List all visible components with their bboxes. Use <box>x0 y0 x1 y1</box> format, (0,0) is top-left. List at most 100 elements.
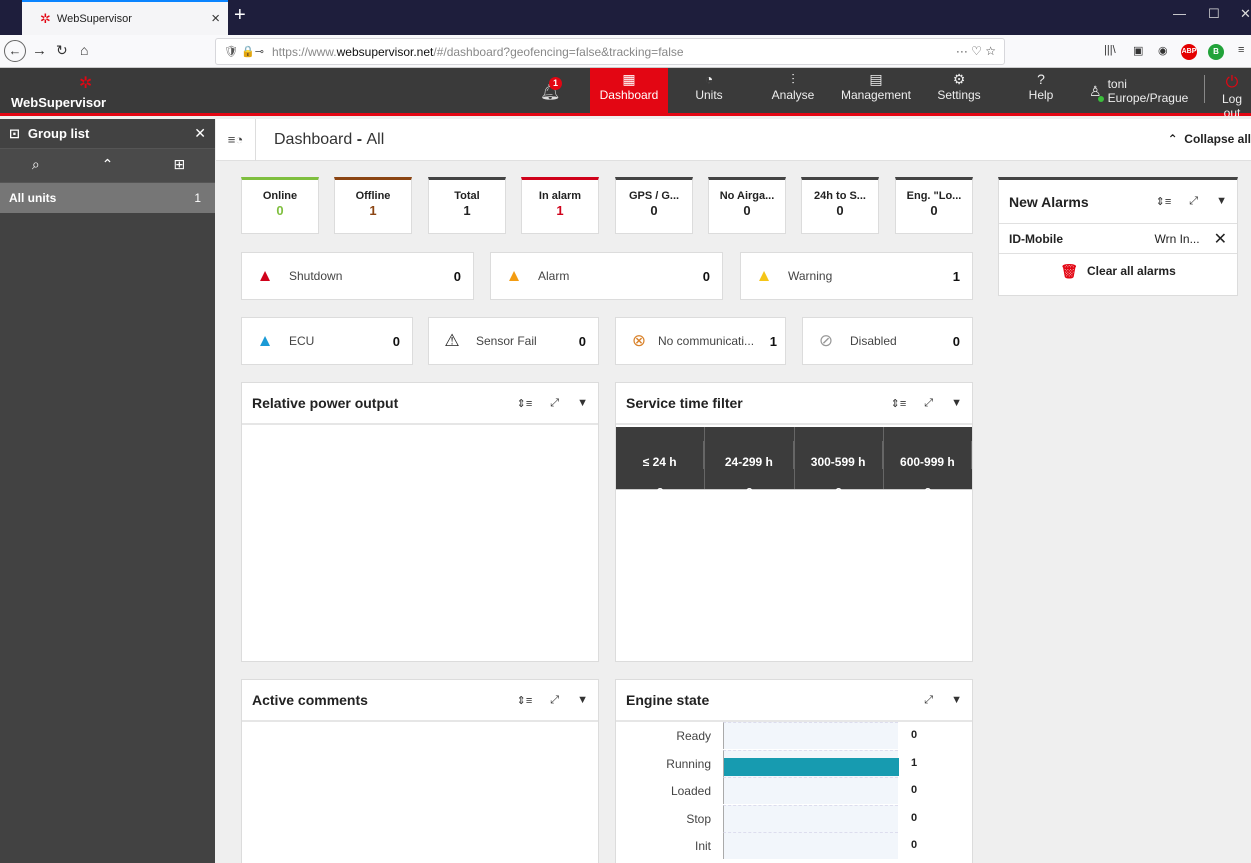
service-filter-0-24h[interactable]: ≤ 24 h0 <box>616 427 706 500</box>
stat-eng-lo[interactable]: Eng. "Lo... 0 <box>895 177 973 234</box>
url-prefix: https://www. <box>271 44 337 59</box>
dashboard-toggle-icon[interactable]: ≡◔ <box>216 118 256 161</box>
chevron-down-icon[interactable]: ▼ <box>1216 195 1227 208</box>
panel-title: Active comments <box>252 692 368 708</box>
expand-icon[interactable]: ⤢ <box>550 694 559 707</box>
group-list-icon: ⊡ <box>9 125 20 141</box>
adblock-icon[interactable]: ABP <box>1181 44 1197 60</box>
chevron-down-icon[interactable]: ▼ <box>577 397 588 410</box>
close-window-icon[interactable]: ✕ <box>1240 6 1251 22</box>
menu-units[interactable]: ◔ Units <box>676 68 742 113</box>
header-divider <box>1204 75 1205 103</box>
dismiss-alarm-icon[interactable]: ✕ <box>1214 229 1227 249</box>
sort-icon[interactable]: ⇕≡ <box>517 397 533 410</box>
menu-help[interactable]: ? Help <box>1020 68 1062 113</box>
menu-dashboard[interactable]: ▦ Dashboard <box>590 68 668 113</box>
library-icon[interactable]: |||\ <box>1104 44 1116 56</box>
sort-icon[interactable]: ⇕≡ <box>891 397 907 410</box>
menu-analyse[interactable]: ⫶ Analyse <box>757 68 829 113</box>
chevron-down-icon[interactable]: ▼ <box>577 694 588 707</box>
panel-title: New Alarms <box>1009 193 1089 210</box>
menu-settings[interactable]: ⚙ Settings <box>930 68 988 113</box>
sidebar-toolbar: ⌕ ⌃ ⊞ <box>0 149 215 183</box>
condition-no-communication[interactable]: ⊗ No communicati... 1 <box>615 317 786 365</box>
forward-icon[interactable]: → <box>32 42 47 59</box>
expand-icon[interactable]: ⤢ <box>924 397 933 410</box>
clear-all-alarms-button[interactable]: 🗑︎ Clear all alarms <box>999 254 1237 288</box>
stat-gps[interactable]: GPS / G... 0 <box>615 177 693 234</box>
stat-online[interactable]: Online 0 <box>241 177 319 234</box>
expand-icon[interactable]: ⤢ <box>550 397 559 410</box>
app-header: ✲ WebSupervisor 🔔︎ 1 ▦ Dashboard ◔ Units … <box>0 68 1251 120</box>
condition-warning[interactable]: ▲ Warning 1 <box>740 252 973 300</box>
service-filter-300-599h[interactable]: 300-599 h0 <box>795 427 884 500</box>
close-sidebar-icon[interactable]: ✕ <box>194 125 206 142</box>
condition-alarm[interactable]: ▲ Alarm 0 <box>490 252 723 300</box>
stat-24h-to-service[interactable]: 24h to S... 0 <box>801 177 879 234</box>
engine-state-panel: Engine state ⤢ ▼ Ready 0 Running 1 Loaded 0 St… <box>615 679 973 863</box>
stat-no-airgap[interactable]: No Airga... 0 <box>708 177 786 234</box>
sidebar-item-all-units[interactable]: All units 1 <box>0 183 215 213</box>
sort-icon[interactable]: ⇕≡ <box>1156 195 1172 208</box>
sensor-fail-icon: ⚠ <box>444 331 460 350</box>
engine-state-row: Running 1 <box>616 749 973 777</box>
chevron-down-icon[interactable]: ▼ <box>951 397 962 410</box>
user-menu[interactable]: ♙ toni Europe/Prague <box>1089 77 1188 105</box>
chevron-up-icon[interactable]: ⌃ <box>72 149 144 182</box>
engine-state-value: 0 <box>911 784 918 796</box>
collapse-all-button[interactable]: ⌃ Collapse all <box>1168 132 1251 146</box>
logo-star-icon: ✲ <box>79 75 93 92</box>
service-filter-24-299h[interactable]: 24-299 h0 <box>705 427 795 500</box>
condition-shutdown[interactable]: ▲ Shutdown 0 <box>241 252 474 300</box>
chevron-down-icon[interactable]: ▼ <box>951 694 962 707</box>
engine-state-label: Stop <box>686 811 711 826</box>
engine-state-bar[interactable] <box>724 757 899 776</box>
menu-management[interactable]: ▤ Management <box>834 68 918 113</box>
minimize-window-icon[interactable]: — <box>1173 6 1186 21</box>
alarm-unit-name: ID-Mobile <box>1009 231 1063 246</box>
url-host: websupervisor.net <box>336 44 434 59</box>
new-tab-icon[interactable]: + <box>234 4 246 27</box>
panel-title: Service time filter <box>626 395 743 411</box>
reader-icon[interactable]: ▣ <box>1133 44 1143 57</box>
alarm-row[interactable]: ID-Mobile Wrn In... ✕ <box>999 224 1237 254</box>
condition-disabled[interactable]: ⊘ Disabled 0 <box>802 317 973 365</box>
search-icon[interactable]: ⌕ <box>0 149 72 182</box>
engine-state-label: Loaded <box>670 784 711 798</box>
stat-total[interactable]: Total 1 <box>428 177 506 234</box>
notifications-bell-icon[interactable]: 🔔︎ 1 <box>540 77 562 102</box>
back-icon[interactable]: ← <box>4 40 26 62</box>
maximize-window-icon[interactable]: ☐ <box>1208 6 1220 22</box>
url-path: /#/dashboard?geofencing=false&tracking=f… <box>433 44 684 59</box>
browser-tab[interactable]: ✲ WebSupervisor × <box>22 0 228 35</box>
menu-icon[interactable]: ≡ <box>1238 44 1244 56</box>
engine-state-row: Init 0 <box>616 832 973 859</box>
stat-in-alarm[interactable]: In alarm 1 <box>521 177 599 234</box>
power-icon: ⏻ <box>1225 74 1239 91</box>
page-actions-icon[interactable]: ··· ♡ ☆ <box>956 44 996 58</box>
condition-ecu[interactable]: ▲ ECU 0 <box>241 317 413 365</box>
disabled-icon: ⊘ <box>818 331 834 350</box>
address-bar[interactable]: 🛡 🔒⊸ https://www. websupervisor.net/#/das… <box>215 38 1005 65</box>
sidebar-item-count: 1 <box>194 191 201 205</box>
add-group-icon[interactable]: ⊞ <box>143 149 215 182</box>
active-comments-panel: Active comments ⇕≡ ⤢ ▼ <box>241 679 599 863</box>
new-alarms-panel: New Alarms ⇕≡ ⤢ ▼ ID-Mobile Wrn In... ✕ … <box>998 177 1238 296</box>
home-icon[interactable]: ⌂ <box>80 42 88 58</box>
gauge-icon: ◔ <box>704 71 714 87</box>
engine-state-value: 0 <box>911 811 918 824</box>
engine-state-track <box>723 777 898 804</box>
service-filter-600-999h[interactable]: 600-999 h0 <box>884 427 972 500</box>
extension-icon[interactable]: B <box>1208 44 1224 60</box>
close-tab-icon[interactable]: × <box>211 10 220 27</box>
account-icon[interactable]: ◉ <box>1158 44 1168 57</box>
engine-state-track <box>723 722 898 749</box>
expand-icon[interactable]: ⤢ <box>1189 195 1198 208</box>
sort-icon[interactable]: ⇕≡ <box>517 694 533 707</box>
expand-icon[interactable]: ⤢ <box>924 694 933 707</box>
logout-button[interactable]: ⏻ Log out <box>1213 74 1251 120</box>
reload-icon[interactable]: ↻ <box>56 42 68 59</box>
engine-state-track <box>723 832 898 859</box>
stat-offline[interactable]: Offline 1 <box>334 177 412 234</box>
condition-sensor-fail[interactable]: ⚠ Sensor Fail 0 <box>428 317 599 365</box>
